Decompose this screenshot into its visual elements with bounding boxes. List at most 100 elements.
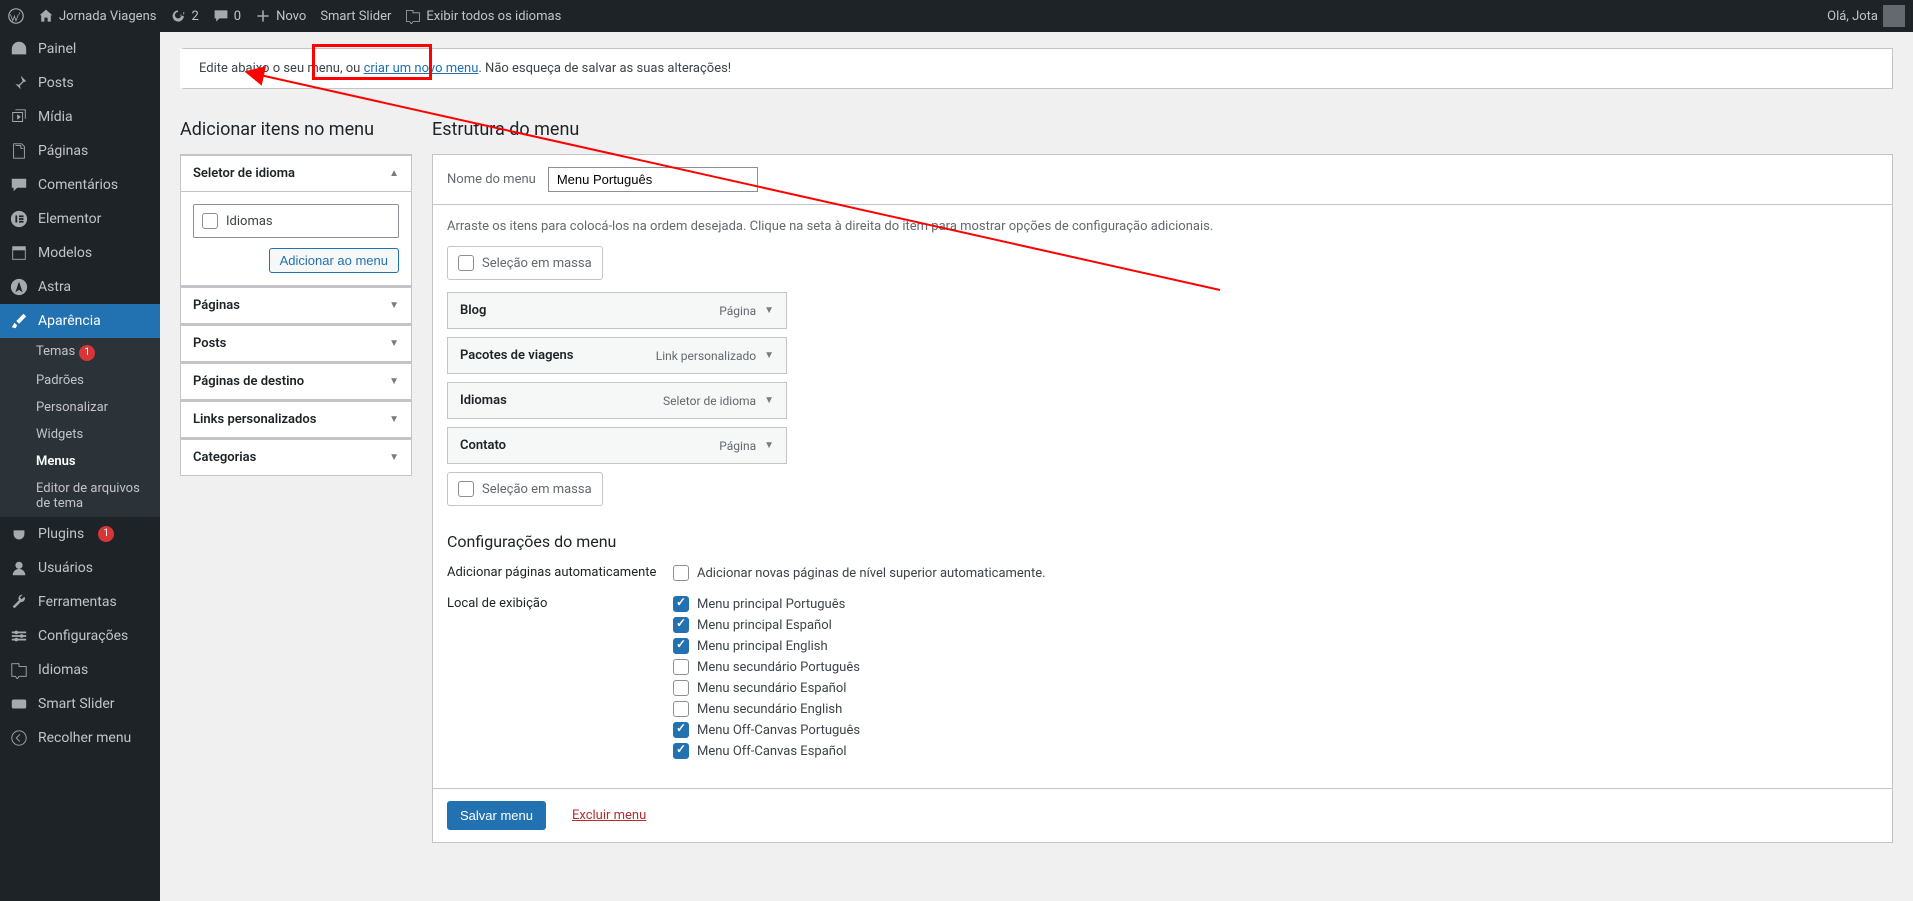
page-icon — [10, 142, 28, 160]
location-item: Menu Off-Canvas Português — [673, 722, 1878, 738]
location-item: Menu secundário Español — [673, 680, 1878, 696]
delete-menu-link[interactable]: Excluir menu — [572, 808, 646, 823]
sub-editor[interactable]: Editor de arquivos de tema — [0, 475, 160, 517]
chevron-down-icon: ▼ — [389, 376, 399, 387]
chevron-down-icon: ▼ — [389, 338, 399, 349]
metabox-lang-toggle[interactable]: Seletor de idioma▲ — [181, 155, 411, 191]
menu-plugins[interactable]: Plugins1 — [0, 517, 160, 551]
showall-link[interactable]: Exibir todos os idiomas — [405, 8, 561, 24]
menu-smartslider[interactable]: Smart Slider — [0, 687, 160, 721]
comments-link[interactable]: 0 — [213, 8, 241, 24]
menu-posts[interactable]: Posts — [0, 66, 160, 100]
menu-appearance[interactable]: Aparência — [0, 304, 160, 338]
appearance-submenu: Temas1 Padrões Personalizar Widgets Menu… — [0, 338, 160, 517]
menu-pages[interactable]: Páginas — [0, 134, 160, 168]
menu-languages[interactable]: Idiomas — [0, 653, 160, 687]
smartslider-link[interactable]: Smart Slider — [320, 9, 391, 24]
location-checkbox[interactable] — [673, 701, 689, 717]
bulk-checkbox-top[interactable] — [458, 255, 474, 271]
drag-hint: Arraste os itens para colocá-los na orde… — [447, 219, 1878, 234]
site-link[interactable]: Jornada Viagens — [38, 8, 156, 24]
notice-post: . Não esqueça de salvar as suas alteraçõ… — [478, 61, 731, 76]
translate-icon — [405, 8, 421, 24]
location-label: Menu principal Português — [697, 597, 845, 612]
metabox-pages-toggle[interactable]: Páginas▼ — [181, 287, 411, 323]
menu-templates[interactable]: Modelos — [0, 236, 160, 270]
auto-add-text: Adicionar novas páginas de nível superio… — [697, 566, 1046, 581]
menu-item-type: Página ▼ — [719, 439, 774, 453]
location-checkbox[interactable] — [673, 596, 689, 612]
chevron-up-icon: ▲ — [389, 168, 399, 179]
location-label: Menu Off-Canvas Español — [697, 744, 847, 759]
lang-checkbox[interactable] — [202, 213, 218, 229]
chevron-down-icon[interactable]: ▼ — [764, 305, 774, 316]
menu-settings[interactable]: Configurações — [0, 619, 160, 653]
location-checkbox[interactable] — [673, 659, 689, 675]
metabox-posts-toggle[interactable]: Posts▼ — [181, 325, 411, 361]
locations-list: Menu principal PortuguêsMenu principal E… — [673, 596, 1878, 764]
sub-customize[interactable]: Personalizar — [0, 394, 160, 421]
menu-item-type: Seletor de idioma ▼ — [663, 394, 774, 408]
astra-icon — [10, 278, 28, 296]
location-label: Menu Off-Canvas Português — [697, 723, 860, 738]
avatar — [1883, 5, 1905, 27]
location-checkbox[interactable] — [673, 722, 689, 738]
menu-dashboard[interactable]: Painel — [0, 32, 160, 66]
menu-tools[interactable]: Ferramentas — [0, 585, 160, 619]
bulk-select-top[interactable]: Seleção em massa — [447, 246, 603, 280]
location-checkbox[interactable] — [673, 680, 689, 696]
menu-items-list: BlogPágina ▼ Pacotes de viagens Link perso… — [447, 292, 1878, 464]
bulk-checkbox-bottom[interactable] — [458, 481, 474, 497]
menu-item-type: Link personalizado ▼ — [656, 349, 774, 363]
metabox-cats-toggle[interactable]: Categorias▼ — [181, 439, 411, 475]
menu-item-bar[interactable]: Pacotes de viagens Link personalizado ▼ — [447, 337, 787, 374]
plus-icon — [255, 8, 271, 24]
updates-link[interactable]: 2 — [170, 8, 198, 24]
sub-widgets[interactable]: Widgets — [0, 421, 160, 448]
location-item: Menu principal Português — [673, 596, 1878, 612]
metabox-landing-toggle[interactable]: Páginas de destino▼ — [181, 363, 411, 399]
user-icon — [10, 559, 28, 577]
wp-logo[interactable] — [8, 8, 24, 24]
auto-add-checkbox[interactable] — [673, 565, 689, 581]
metabox-custom-toggle[interactable]: Links personalizados▼ — [181, 401, 411, 437]
menu-elementor[interactable]: Elementor — [0, 202, 160, 236]
menu-collapse[interactable]: Recolher menu — [0, 721, 160, 755]
location-checkbox[interactable] — [673, 638, 689, 654]
menu-item-bar[interactable]: IdiomasSeletor de idioma ▼ — [447, 382, 787, 419]
menu-astra[interactable]: Astra — [0, 270, 160, 304]
user-greeting[interactable]: Olá, Jota — [1827, 5, 1905, 27]
chevron-down-icon[interactable]: ▼ — [764, 350, 774, 361]
chevron-down-icon: ▼ — [389, 414, 399, 425]
chevron-down-icon[interactable]: ▼ — [764, 440, 774, 451]
add-to-menu-button[interactable]: Adicionar ao menu — [269, 248, 399, 273]
menu-item-title: Pacotes de viagens — [460, 348, 573, 363]
menu-item-bar[interactable]: ContatoPágina ▼ — [447, 427, 787, 464]
bulk-select-bottom[interactable]: Seleção em massa — [447, 472, 603, 506]
menu-name-input[interactable] — [548, 167, 758, 192]
wordpress-icon — [8, 8, 24, 24]
menu-media[interactable]: Mídia — [0, 100, 160, 134]
location-item: Menu secundário English — [673, 701, 1878, 717]
location-checkbox[interactable] — [673, 617, 689, 633]
location-label: Menu secundário Português — [697, 660, 860, 675]
sub-themes[interactable]: Temas1 — [0, 338, 160, 367]
add-items-heading: Adicionar itens no menu — [180, 119, 412, 140]
location-checkbox[interactable] — [673, 743, 689, 759]
location-label: Menu secundário Español — [697, 681, 846, 696]
sub-menus[interactable]: Menus — [0, 448, 160, 475]
menu-name-label: Nome do menu — [447, 172, 536, 187]
metabox-lang: Seletor de idioma▲ Idiomas Adicionar ao … — [180, 154, 412, 286]
new-link[interactable]: Novo — [255, 8, 306, 24]
menu-comments[interactable]: Comentários — [0, 168, 160, 202]
auto-add-label: Adicionar páginas automaticamente — [447, 565, 673, 586]
save-menu-button[interactable]: Salvar menu — [447, 801, 546, 830]
menu-item-bar[interactable]: BlogPágina ▼ — [447, 292, 787, 329]
chevron-down-icon[interactable]: ▼ — [764, 395, 774, 406]
menu-frame: Nome do menu Arraste os itens para coloc… — [432, 154, 1893, 843]
structure-heading: Estrutura do menu — [432, 119, 1893, 140]
lang-option-row[interactable]: Idiomas — [193, 204, 399, 238]
sub-patterns[interactable]: Padrões — [0, 367, 160, 394]
themes-badge: 1 — [79, 345, 95, 361]
menu-users[interactable]: Usuários — [0, 551, 160, 585]
